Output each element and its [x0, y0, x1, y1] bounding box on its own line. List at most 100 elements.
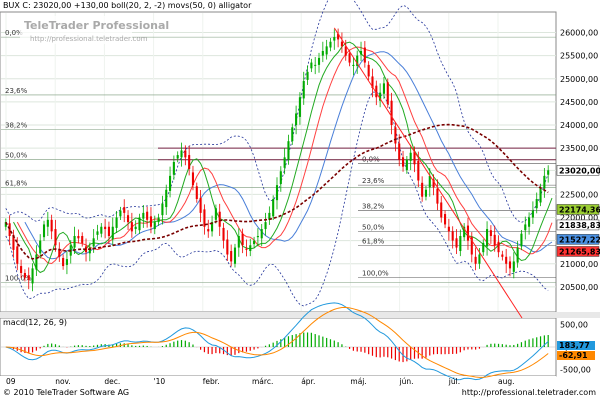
candle-body: [348, 53, 351, 63]
candle-body: [169, 175, 172, 191]
y-tick-label: 20500,00: [560, 283, 598, 292]
candle-body: [176, 155, 179, 159]
x-tick-label: aug.: [498, 377, 515, 386]
candle-body: [405, 159, 408, 171]
candle-body: [474, 256, 477, 264]
candle-body: [260, 229, 263, 239]
fib-label-right: 23,6%: [362, 177, 385, 185]
candle-body: [104, 226, 107, 230]
candle-body: [111, 226, 114, 240]
footer-url: http://professional.teletrader.com: [461, 388, 596, 397]
candle-body: [157, 217, 160, 223]
candle-body: [459, 236, 462, 252]
candle-body: [134, 226, 137, 230]
candle-body: [451, 231, 454, 241]
candle-body: [65, 259, 68, 265]
candle-body: [241, 233, 244, 246]
x-tick-label: ápr.: [301, 377, 315, 386]
candle-body: [505, 256, 508, 264]
candle-body: [394, 127, 397, 144]
candle-body: [27, 275, 30, 280]
candle-body: [100, 226, 103, 234]
candle-body: [226, 239, 229, 255]
candle-body: [107, 226, 110, 236]
candle-body: [386, 82, 389, 105]
candle-body: [314, 64, 317, 66]
candle-body: [237, 236, 240, 248]
candle-body: [409, 152, 412, 161]
candle-body: [275, 185, 279, 201]
candle-body: [77, 236, 80, 239]
candle-body: [256, 236, 259, 238]
candle-body: [207, 229, 210, 232]
chart-window: { "header": { "title": "BUX C: 23020,00 …: [0, 0, 600, 400]
candle-body: [73, 236, 76, 248]
candle-body: [130, 222, 133, 232]
candle-body: [367, 64, 370, 77]
candle-body: [31, 268, 34, 284]
candle-body: [188, 155, 191, 169]
candle-body: [191, 172, 195, 186]
candle-body: [528, 217, 531, 227]
x-tick-label: '10: [154, 377, 166, 386]
candle-body: [245, 248, 248, 250]
candle-body: [401, 157, 405, 167]
watermark-brand: TeleTrader Professional: [24, 19, 169, 32]
candle-body: [447, 226, 450, 232]
candle-body: [539, 187, 542, 203]
candle-body: [264, 222, 267, 230]
candle-body: [382, 83, 385, 94]
candle-body: [283, 157, 286, 168]
fib-label-right: 100,0%: [362, 270, 389, 278]
candle-body: [486, 229, 489, 247]
candle-body: [46, 219, 49, 227]
candle-body: [233, 247, 237, 264]
price-tag-label: 21265,83: [559, 247, 600, 256]
candle-body: [16, 246, 19, 264]
candle-body: [23, 273, 26, 278]
candle-body: [543, 175, 546, 189]
macd-axis-label: 500,00: [560, 321, 588, 330]
candle-body: [497, 241, 500, 253]
watermark: TeleTrader Professional http://professio…: [20, 16, 169, 44]
macd-signal-label: -62,91: [559, 351, 588, 360]
macd-axis-label: -500,00: [560, 366, 591, 375]
panel-divider[interactable]: [0, 312, 600, 318]
candle-body: [535, 199, 538, 209]
candle-body: [199, 197, 202, 213]
fib-label-right: 61,8%: [362, 237, 385, 245]
candle-body: [62, 257, 65, 267]
candle-body: [161, 203, 164, 216]
watermark-url: http://professional.teletrader.com: [30, 35, 148, 43]
price-tag-label: 21838,83: [559, 221, 600, 230]
candle-body: [512, 261, 515, 272]
candle-body: [287, 141, 290, 160]
x-tick-label: febr.: [203, 377, 220, 386]
candle-body: [81, 236, 84, 243]
candle-body: [516, 247, 519, 263]
candle-body: [508, 261, 512, 269]
candle-body: [363, 47, 366, 63]
candle-body: [20, 266, 23, 273]
x-tick-label: jún.: [399, 377, 414, 386]
candle-body: [222, 227, 225, 241]
y-tick-label: 23500,00: [560, 144, 598, 153]
price-chart[interactable]: 0,0%23,6%38,2%50,0%61,8%100,0%0,0%23,6%3…: [0, 0, 600, 400]
y-tick-label: 25500,00: [560, 52, 598, 61]
fib-label-left: 38,2%: [5, 122, 28, 130]
candle-body: [344, 46, 347, 56]
footer: © 2010 TeleTrader Software AG http://pro…: [0, 386, 600, 400]
candle-body: [96, 231, 99, 235]
candle-body: [455, 238, 458, 248]
candle-body: [142, 212, 145, 219]
candle-body: [230, 251, 233, 262]
fib-label-right: 50,0%: [362, 223, 385, 231]
candle-body: [302, 81, 305, 99]
copyright-text: © 2010 TeleTrader Software AG: [3, 388, 130, 397]
candle-body: [153, 222, 156, 230]
y-tick-label: 25000,00: [560, 75, 598, 84]
candle-body: [352, 64, 355, 67]
y-tick-label: 26000,00: [560, 29, 598, 38]
candle-body: [310, 62, 313, 69]
candle-body: [138, 217, 141, 231]
